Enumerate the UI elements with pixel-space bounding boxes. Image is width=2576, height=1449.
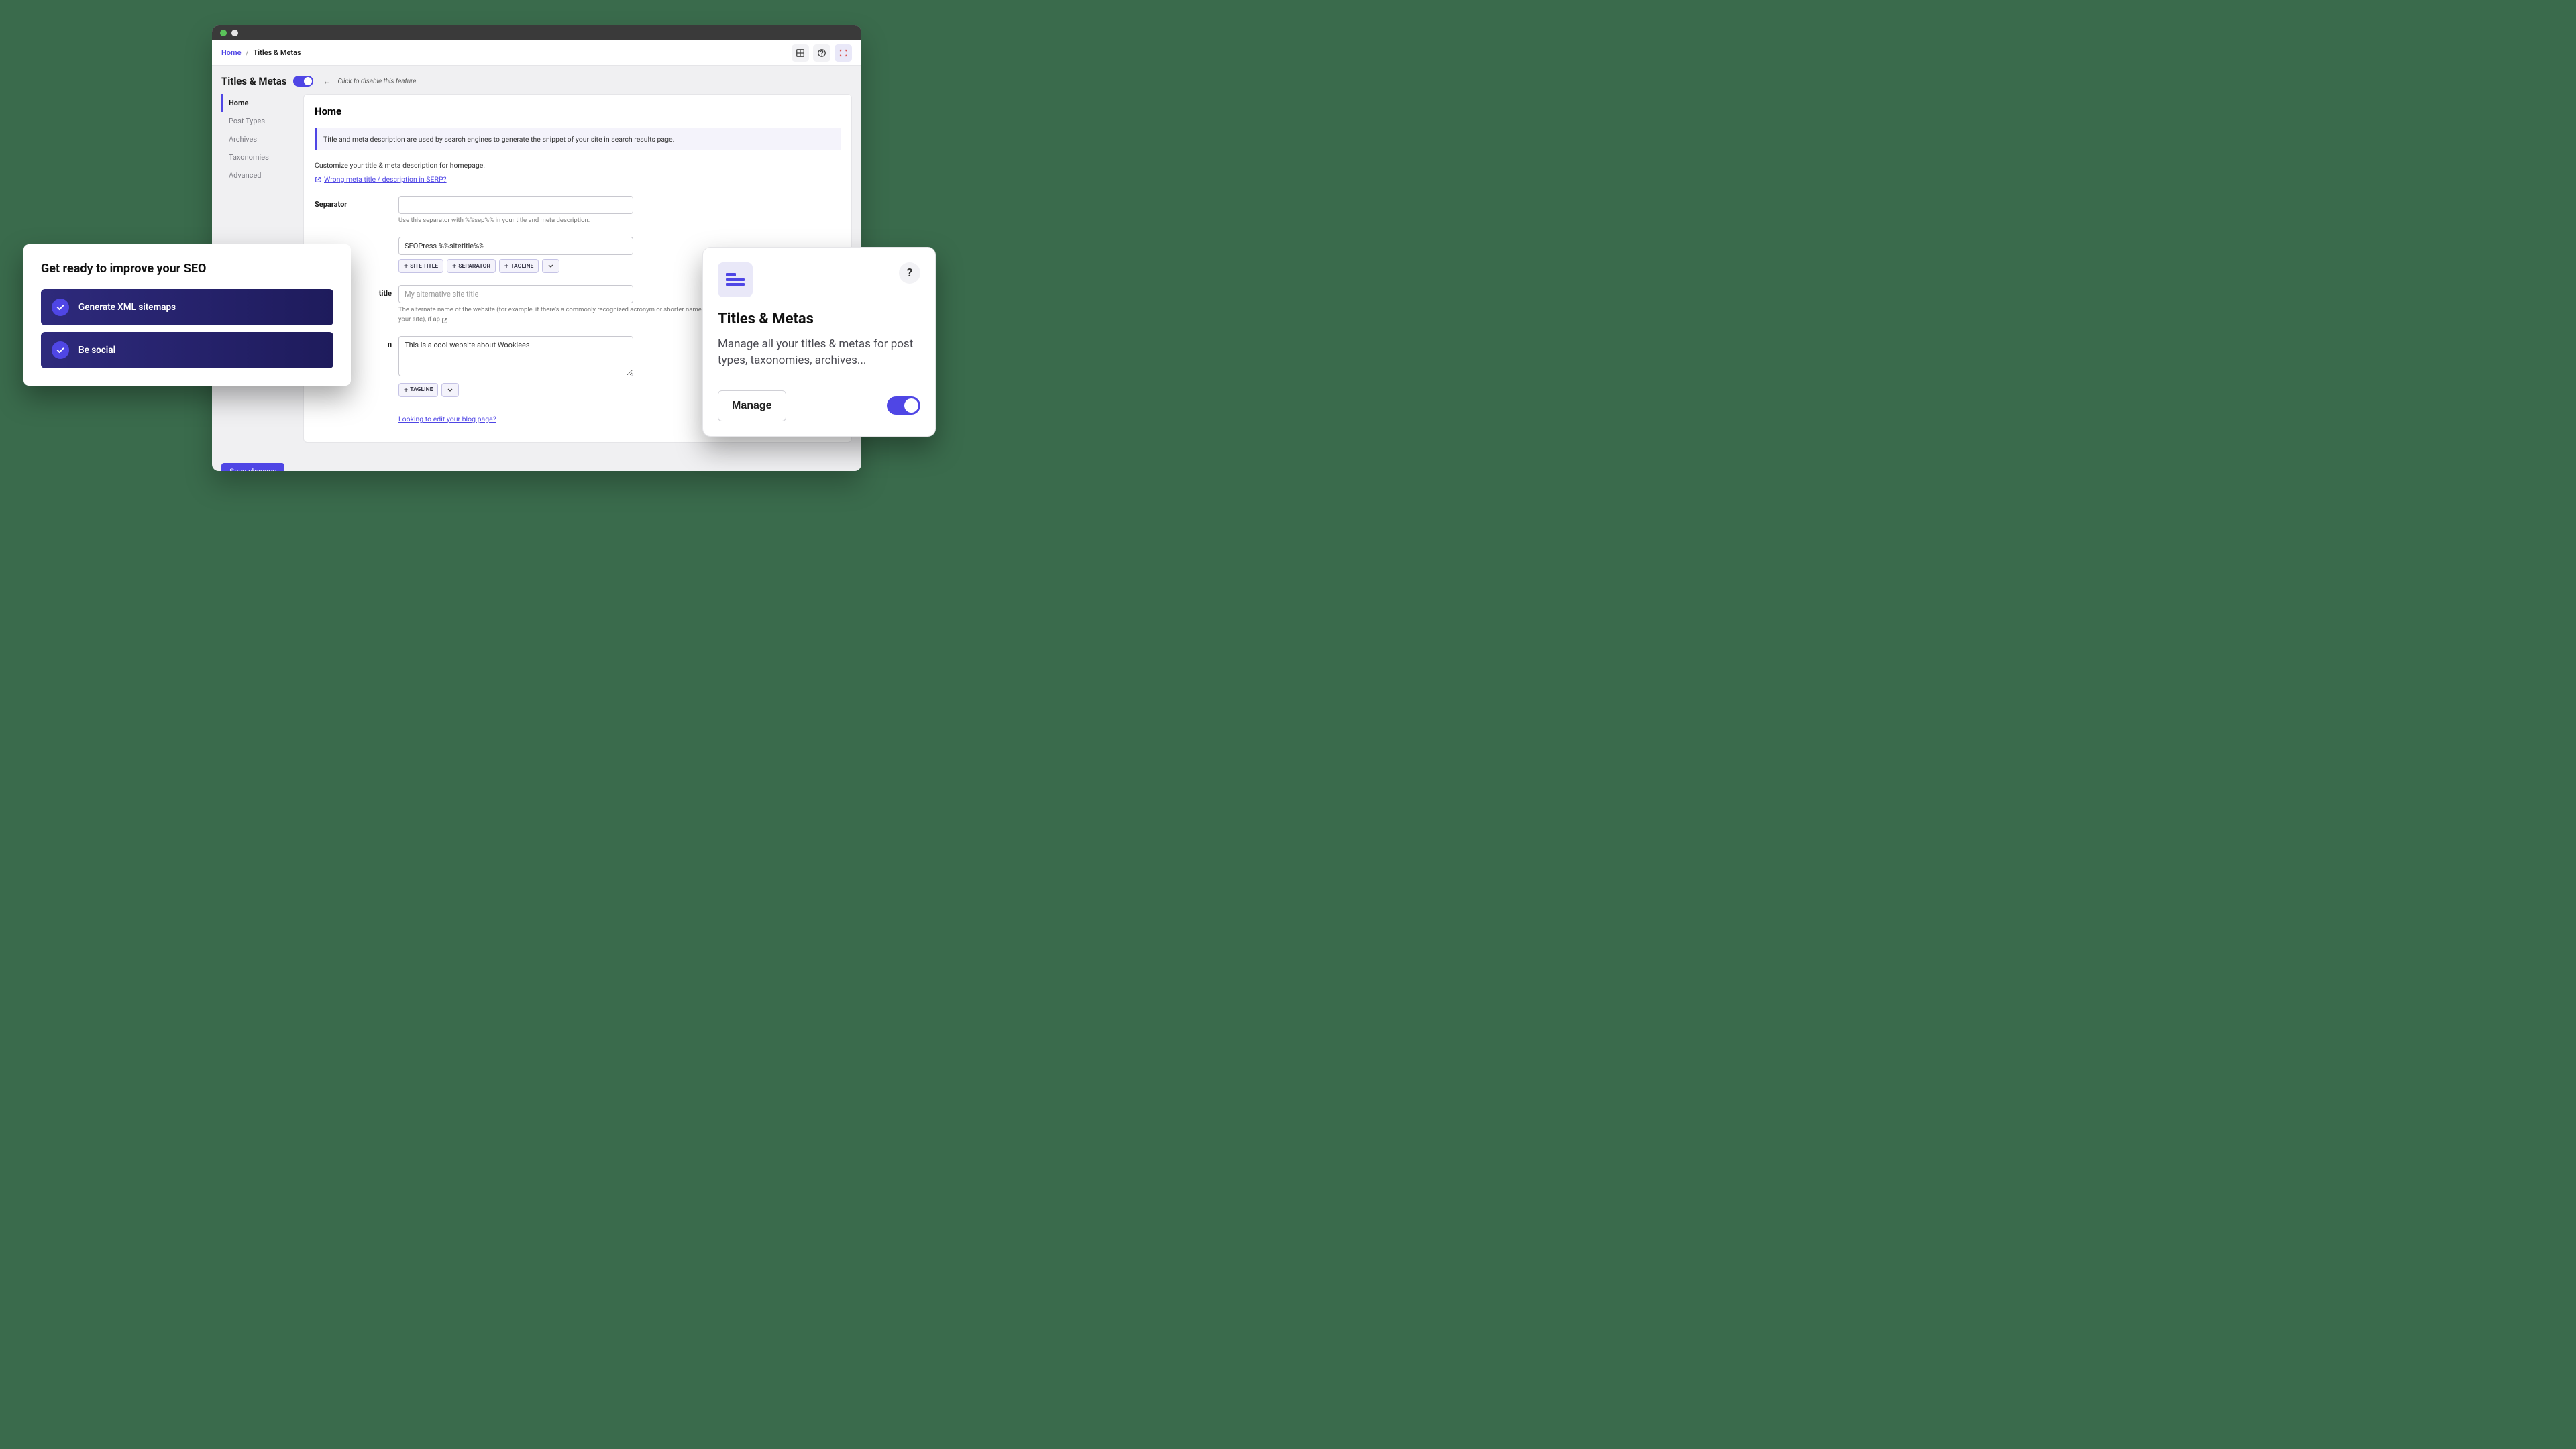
pill-tagline-2[interactable]: +TAGLINE (398, 383, 438, 397)
seo-card-heading: Get ready to improve your SEO (41, 262, 333, 276)
help-icon[interactable] (813, 44, 830, 62)
disable-hint: Click to disable this feature (337, 78, 416, 85)
card2-description: Manage all your titles & metas for post … (718, 337, 920, 369)
sidebar-item-taxonomies[interactable]: Taxonomies (221, 148, 303, 166)
expand-icon[interactable] (835, 44, 852, 62)
card2-heading: Titles & Metas (718, 311, 920, 327)
manage-button[interactable]: Manage (718, 390, 786, 421)
breadcrumb-home[interactable]: Home (221, 48, 241, 57)
separator-label: Separator (315, 196, 398, 225)
page-header: Titles & Metas ← Click to disable this f… (212, 66, 861, 94)
help-button[interactable]: ? (899, 262, 920, 284)
task-label: Be social (78, 345, 115, 356)
alt-title-help: The alternate name of the website (for e… (398, 306, 720, 323)
sidebar-item-advanced[interactable]: Advanced (221, 166, 303, 184)
card-toggle[interactable] (887, 396, 920, 415)
sidebar-item-home[interactable]: Home (221, 94, 303, 112)
chevron-down-icon (447, 388, 453, 392)
sidebar-item-archives[interactable]: Archives (221, 130, 303, 148)
grid-icon[interactable] (792, 44, 809, 62)
pill-more-2[interactable] (441, 383, 459, 397)
window-titlebar (212, 25, 861, 40)
pill-tagline[interactable]: +TAGLINE (499, 259, 539, 273)
feature-toggle[interactable] (293, 76, 313, 87)
task-be-social[interactable]: Be social (41, 332, 333, 368)
chevron-down-icon (548, 264, 553, 268)
check-icon (52, 299, 69, 316)
page-title: Titles & Metas (221, 75, 286, 87)
section-heading: Home (315, 105, 841, 117)
arrow-left-icon: ← (323, 76, 331, 86)
check-icon (52, 341, 69, 359)
task-xml-sitemaps[interactable]: Generate XML sitemaps (41, 289, 333, 325)
pill-more[interactable] (542, 259, 559, 273)
site-title-input[interactable] (398, 237, 633, 255)
meta-desc-input[interactable] (398, 336, 633, 376)
task-label: Generate XML sitemaps (78, 302, 176, 313)
serp-link-row: Wrong meta title / description in SERP? (315, 175, 841, 184)
external-link-icon (315, 176, 321, 183)
serp-link[interactable]: Wrong meta title / description in SERP? (324, 175, 447, 184)
topbar: Home / Titles & Metas (212, 40, 861, 66)
document-icon (718, 262, 753, 297)
pill-separator[interactable]: +SEPARATOR (447, 259, 496, 273)
info-box: Title and meta description are used by s… (315, 128, 841, 150)
pill-site-title[interactable]: +SITE TITLE (398, 259, 443, 273)
sidebar-item-post-types[interactable]: Post Types (221, 112, 303, 130)
breadcrumb-current: Titles & Metas (254, 48, 301, 57)
alt-title-input[interactable] (398, 285, 633, 303)
topbar-actions (792, 44, 852, 62)
titles-metas-card: ? Titles & Metas Manage all your titles … (702, 247, 936, 437)
customize-text: Customize your title & meta description … (315, 161, 841, 170)
blog-page-link[interactable]: Looking to edit your blog page? (398, 415, 496, 423)
breadcrumb: Home / Titles & Metas (221, 48, 301, 57)
save-button[interactable]: Save changes (221, 463, 284, 471)
separator-input[interactable] (398, 196, 633, 214)
external-link-icon (441, 317, 448, 324)
separator-help: Use this separator with %%sep%% in your … (398, 217, 720, 225)
seo-tasks-card: Get ready to improve your SEO Generate X… (23, 244, 351, 386)
breadcrumb-separator: / (246, 48, 249, 57)
window-dot[interactable] (231, 30, 238, 36)
window-dot[interactable] (220, 30, 227, 36)
